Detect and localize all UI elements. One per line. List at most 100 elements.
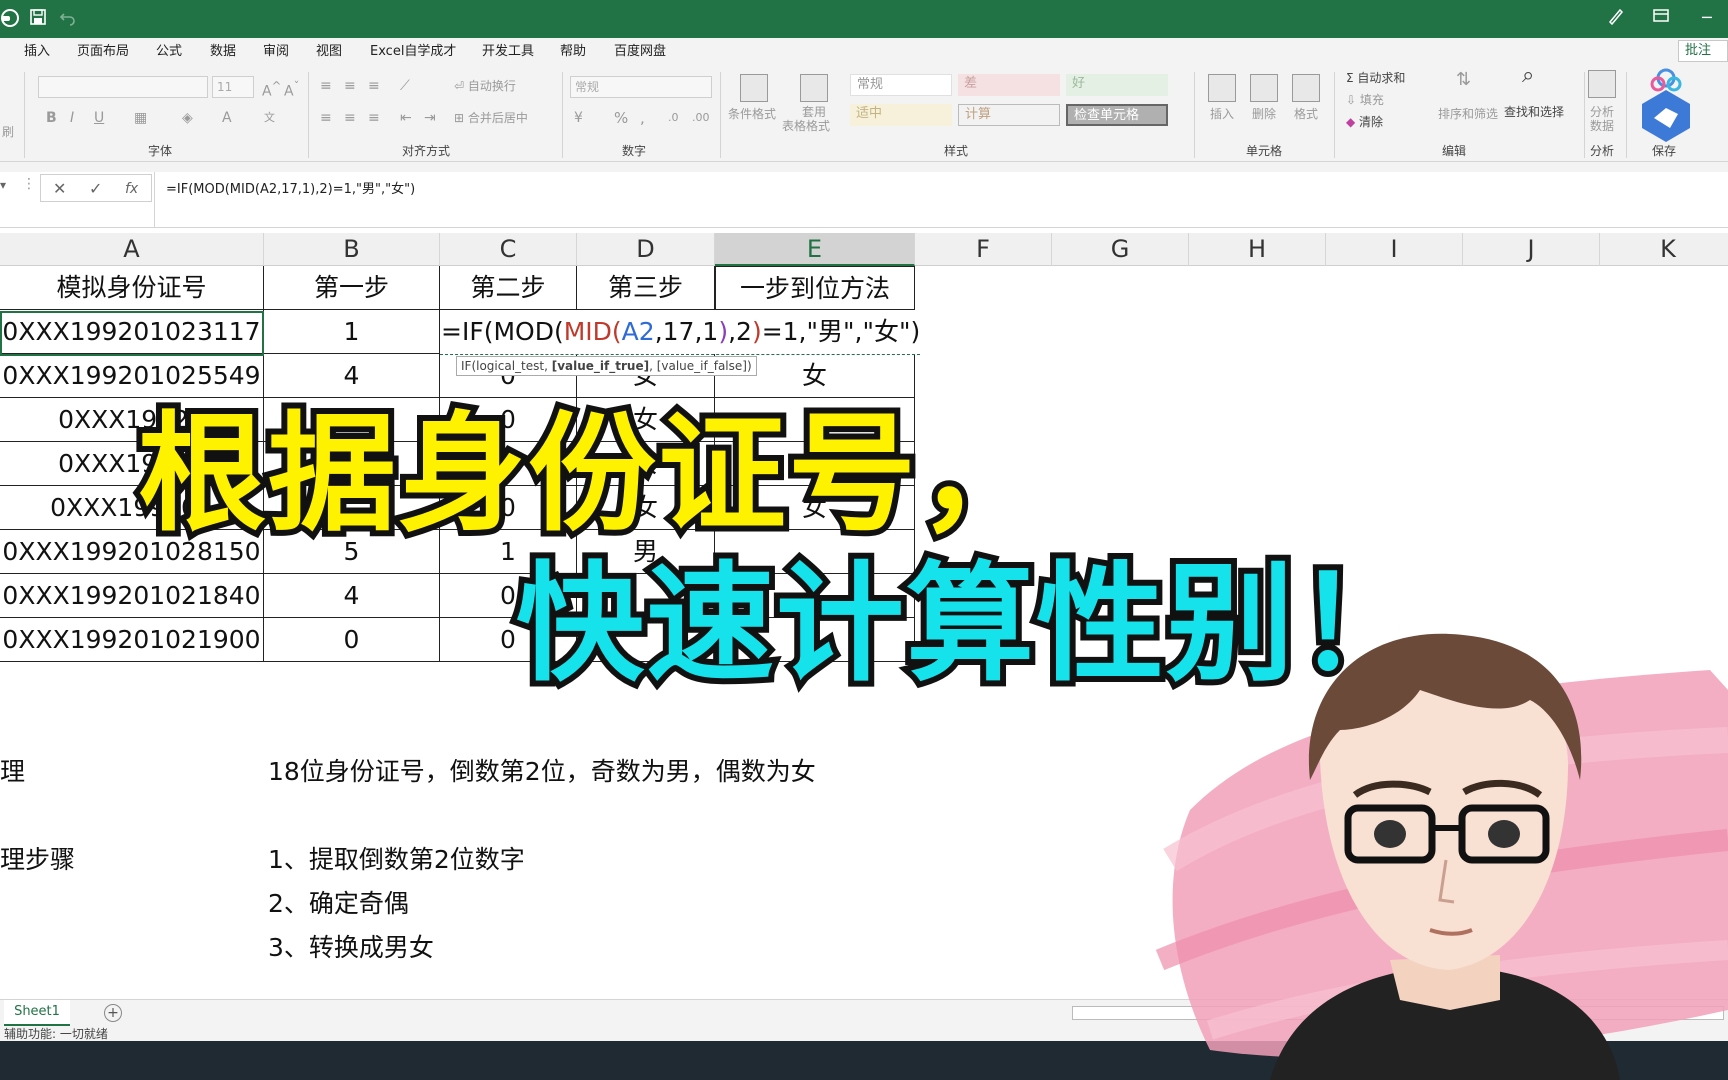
font-name-combo[interactable] bbox=[38, 76, 208, 98]
principle-label[interactable]: 理 bbox=[0, 756, 25, 788]
ribbon-display-icon[interactable] bbox=[1652, 6, 1670, 31]
cell-b8[interactable]: 4 bbox=[264, 574, 440, 618]
shrink-font-icon[interactable]: Aˇ bbox=[284, 78, 299, 100]
bold-icon[interactable]: B bbox=[46, 110, 57, 126]
sheet-tab-sheet1[interactable]: Sheet1 bbox=[4, 1000, 70, 1026]
fill-color-icon[interactable]: ◈ bbox=[182, 110, 193, 126]
grow-font-icon[interactable]: A^ bbox=[262, 78, 281, 100]
column-header-g[interactable]: G bbox=[1052, 233, 1189, 266]
conditional-format-label[interactable]: 条件格式 bbox=[728, 106, 776, 122]
cell-b1[interactable]: 第一步 bbox=[264, 266, 440, 310]
align-top-icon[interactable]: ≡ bbox=[320, 78, 332, 94]
indent-icon[interactable]: ⇤ bbox=[400, 110, 412, 126]
table-format-icon[interactable] bbox=[800, 74, 828, 102]
analyze-data-label-2[interactable]: 数据 bbox=[1590, 118, 1614, 134]
tab-page-layout[interactable]: 页面布局 bbox=[77, 42, 129, 62]
column-header-h[interactable]: H bbox=[1189, 233, 1326, 266]
tab-developer[interactable]: 开发工具 bbox=[482, 42, 534, 62]
align-center-icon[interactable]: ≡ bbox=[344, 110, 356, 126]
add-sheet-button[interactable]: + bbox=[104, 1004, 122, 1022]
style-calculation[interactable]: 计算 bbox=[958, 104, 1060, 126]
step-3[interactable]: 3、转换成男女 bbox=[268, 932, 434, 964]
column-header-b[interactable]: B bbox=[264, 233, 440, 266]
cell-b2[interactable]: 1 bbox=[264, 310, 440, 354]
tab-formulas[interactable]: 公式 bbox=[156, 42, 182, 62]
cell-edit-formula[interactable]: =IF(MOD(MID(A2,17,1),2)=1,"男","女") bbox=[440, 310, 920, 354]
conditional-format-icon[interactable] bbox=[740, 74, 768, 102]
format-painter-label[interactable]: 刷 bbox=[2, 124, 14, 140]
font-color-icon[interactable]: A bbox=[222, 110, 232, 126]
more-options-icon[interactable]: ⋮ bbox=[22, 176, 36, 192]
underline-icon[interactable]: U bbox=[94, 110, 104, 126]
fill-button[interactable]: ⇩ 填充 bbox=[1346, 92, 1384, 108]
phonetic-icon[interactable]: 文 bbox=[264, 110, 275, 126]
align-right-icon[interactable]: ≡ bbox=[368, 110, 380, 126]
column-header-d[interactable]: D bbox=[577, 233, 715, 266]
column-header-f[interactable]: F bbox=[915, 233, 1052, 266]
table-format-label-2[interactable]: 表格格式 bbox=[782, 118, 830, 134]
wrap-text-button[interactable]: ⏎ 自动换行 bbox=[454, 78, 516, 94]
comments-button[interactable]: 批注 bbox=[1678, 40, 1728, 62]
cancel-icon[interactable]: ✕ bbox=[53, 179, 66, 199]
column-header-i[interactable]: I bbox=[1326, 233, 1463, 266]
format-cells-label[interactable]: 格式 bbox=[1294, 106, 1318, 122]
cell-a1[interactable]: 模拟身份证号 bbox=[0, 266, 264, 310]
clear-button[interactable]: ◆ 清除 bbox=[1346, 114, 1383, 130]
orientation-icon[interactable]: ⟋ bbox=[400, 78, 410, 94]
decrease-decimal-icon[interactable]: .00 bbox=[692, 110, 710, 126]
style-bad[interactable]: 差 bbox=[958, 74, 1060, 96]
increase-decimal-icon[interactable]: .0 bbox=[668, 110, 679, 126]
column-header-k[interactable]: K bbox=[1600, 233, 1728, 266]
baidu-cloud-icon[interactable] bbox=[1636, 68, 1696, 146]
cell-a8[interactable]: 0XXX199201021840 bbox=[0, 574, 264, 618]
sort-filter-icon[interactable]: ⇅ bbox=[1456, 71, 1471, 89]
steps-label[interactable]: 理步骤 bbox=[0, 844, 75, 876]
tab-baidu-netdisk[interactable]: 百度网盘 bbox=[614, 42, 666, 62]
tab-data[interactable]: 数据 bbox=[210, 42, 236, 62]
name-box-dropdown-icon[interactable]: ▾ bbox=[0, 178, 6, 192]
style-neutral[interactable]: 适中 bbox=[850, 104, 952, 126]
align-bottom-icon[interactable]: ≡ bbox=[368, 78, 380, 94]
align-middle-icon[interactable]: ≡ bbox=[344, 78, 356, 94]
tab-insert[interactable]: 插入 bbox=[24, 42, 50, 62]
principle-text[interactable]: 18位身份证号，倒数第2位，奇数为男，偶数为女 bbox=[268, 756, 816, 788]
step-2[interactable]: 2、确定奇偶 bbox=[268, 888, 409, 920]
pen-icon[interactable] bbox=[1606, 6, 1626, 33]
column-header-j[interactable]: J bbox=[1463, 233, 1600, 266]
style-normal[interactable]: 常规 bbox=[850, 74, 952, 96]
column-header-c[interactable]: C bbox=[440, 233, 577, 266]
autosave-icon[interactable] bbox=[0, 8, 20, 28]
tab-review[interactable]: 审阅 bbox=[263, 42, 289, 62]
italic-icon[interactable]: I bbox=[70, 110, 74, 126]
number-format-combo[interactable]: 常规 bbox=[570, 76, 712, 98]
find-select-label[interactable]: 查找和选择 bbox=[1504, 104, 1564, 120]
tab-excel-learning[interactable]: Excel自学成才 bbox=[370, 42, 456, 62]
undo-icon[interactable] bbox=[58, 8, 78, 28]
outdent-icon[interactable]: ⇥ bbox=[424, 110, 436, 126]
insert-cells-icon[interactable] bbox=[1208, 74, 1236, 102]
cell-b9[interactable]: 0 bbox=[264, 618, 440, 662]
style-good[interactable]: 好 bbox=[1066, 74, 1168, 96]
merge-center-button[interactable]: ⊞ 合并后居中 bbox=[454, 110, 528, 126]
tab-view[interactable]: 视图 bbox=[316, 42, 342, 62]
delete-cells-label[interactable]: 删除 bbox=[1252, 106, 1276, 122]
font-size-combo[interactable]: 11 bbox=[212, 76, 254, 98]
format-cells-icon[interactable] bbox=[1292, 74, 1320, 102]
enter-icon[interactable]: ✓ bbox=[89, 179, 102, 199]
column-header-e[interactable]: E bbox=[715, 233, 915, 266]
align-left-icon[interactable]: ≡ bbox=[320, 110, 332, 126]
insert-function-icon[interactable]: fx bbox=[125, 179, 138, 199]
delete-cells-icon[interactable] bbox=[1250, 74, 1278, 102]
analyze-data-icon[interactable] bbox=[1588, 70, 1616, 98]
column-header-a[interactable]: A bbox=[0, 233, 264, 266]
formula-input[interactable]: =IF(MOD(MID(A2,17,1),2)=1,"男","女") bbox=[166, 178, 415, 197]
percent-icon[interactable]: % bbox=[614, 110, 628, 126]
save-icon[interactable] bbox=[28, 8, 48, 28]
search-icon[interactable]: ⌕ bbox=[1522, 65, 1534, 87]
tab-help[interactable]: 帮助 bbox=[560, 42, 586, 62]
insert-cells-label[interactable]: 插入 bbox=[1210, 106, 1234, 122]
style-check-cell[interactable]: 检查单元格 bbox=[1066, 104, 1168, 126]
cell-e1[interactable]: 一步到位方法 bbox=[715, 266, 915, 310]
cell-a9[interactable]: 0XXX199201021900 bbox=[0, 618, 264, 662]
border-icon[interactable]: ▦ bbox=[134, 110, 147, 126]
